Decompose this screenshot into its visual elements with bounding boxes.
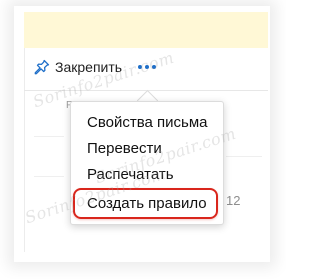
more-actions-button[interactable]: [138, 60, 156, 74]
background-line: [34, 136, 64, 137]
more-dots-icon: [138, 65, 142, 69]
message-toolbar: Закрепить: [30, 56, 126, 78]
screenshot-stage: Закрепить F 12 Свойства письма Перевести…: [0, 0, 286, 279]
menu-item-message-properties[interactable]: Свойства письма: [87, 113, 208, 133]
create-rule-highlight-outline: [73, 188, 218, 219]
pin-button[interactable]: Закрепить: [30, 56, 126, 78]
menu-item-print[interactable]: Распечатать: [87, 165, 174, 185]
pin-button-label: Закрепить: [55, 59, 123, 75]
menu-item-translate[interactable]: Перевести: [87, 139, 162, 159]
background-partial-number: 12: [226, 193, 241, 208]
background-line: [34, 176, 64, 177]
pin-icon: [34, 59, 55, 75]
more-dots-icon-dot: [145, 65, 149, 69]
more-dots-icon-dot: [152, 65, 156, 69]
background-line: [226, 156, 262, 157]
message-header-band: [24, 12, 268, 48]
